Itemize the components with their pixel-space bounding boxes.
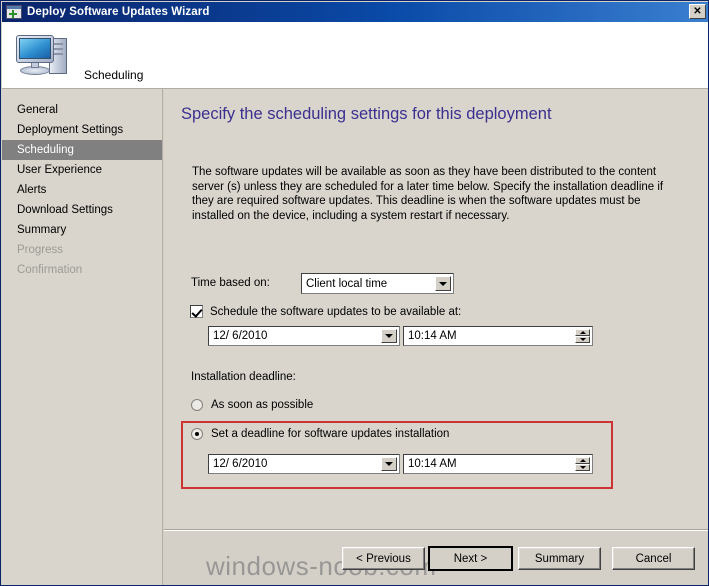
available-date-value: 12/ 6/2010 [213,330,268,342]
sidebar-item-download-settings[interactable]: Download Settings [2,200,162,220]
computer-monitor-icon [14,30,74,80]
chevron-down-icon[interactable] [381,457,397,471]
window-title: Deploy Software Updates Wizard [27,6,210,18]
available-date-picker[interactable]: 12/ 6/2010 [208,326,400,346]
page-heading: Specify the scheduling settings for this… [181,105,552,123]
wizard-header: Scheduling [2,22,708,89]
radio-selected-icon [191,428,203,440]
time-based-on-label: Time based on: [191,277,270,289]
sidebar-item-confirmation: Confirmation [17,264,83,276]
radio-as-soon-as-possible[interactable]: As soon as possible [191,399,313,411]
wizard-window-icon [6,5,22,19]
spinner-up-down-icon[interactable] [575,329,590,343]
previous-button[interactable]: < Previous [342,547,425,570]
checkmark-icon [190,305,203,318]
cancel-button[interactable]: Cancel [612,547,695,570]
chevron-down-icon[interactable] [435,276,451,291]
radio-set-deadline-label: Set a deadline for software updates inst… [211,428,450,440]
sidebar-item-scheduling[interactable]: Scheduling [2,140,162,160]
summary-button[interactable]: Summary [518,547,601,570]
spinner-up-down-icon[interactable] [575,457,590,471]
intro-paragraph: The software updates will be available a… [192,166,664,222]
sidebar-item-user-experience[interactable]: User Experience [2,160,162,180]
chevron-down-icon[interactable] [381,329,397,343]
window-titlebar: Deploy Software Updates Wizard ✕ [2,2,708,22]
wizard-step-list: General Deployment Settings Scheduling U… [2,89,163,585]
sidebar-item-alerts[interactable]: Alerts [2,180,162,200]
time-based-on-value: Client local time [306,277,388,290]
available-time-field[interactable]: 10:14 AM [403,326,593,346]
installation-deadline-label: Installation deadline: [191,371,296,383]
sidebar-item-summary[interactable]: Summary [2,220,162,240]
wizard-main-panel: Specify the scheduling settings for this… [164,89,708,530]
deadline-time-value: 10:14 AM [408,458,457,470]
available-time-value: 10:14 AM [408,330,457,342]
radio-set-deadline[interactable]: Set a deadline for software updates inst… [191,428,449,440]
close-icon[interactable]: ✕ [689,4,706,19]
next-button[interactable]: Next > [428,546,513,571]
sidebar-item-deployment-settings[interactable]: Deployment Settings [2,120,162,140]
deadline-date-picker[interactable]: 12/ 6/2010 [208,454,400,474]
sidebar-item-general[interactable]: General [2,100,162,120]
deadline-date-value: 12/ 6/2010 [213,458,268,470]
schedule-available-checkbox[interactable]: Schedule the software updates to be avai… [190,305,461,318]
schedule-available-label: Schedule the software updates to be avai… [210,305,462,318]
page-title: Scheduling [84,68,144,82]
radio-as-soon-as-possible-label: As soon as possible [211,399,314,411]
radio-unselected-icon [191,399,203,411]
deadline-time-field[interactable]: 10:14 AM [403,454,593,474]
wizard-window: Deploy Software Updates Wizard ✕ Schedul… [0,0,709,586]
sidebar-item-progress: Progress [17,244,64,256]
time-based-on-select[interactable]: Client local time [301,273,454,294]
